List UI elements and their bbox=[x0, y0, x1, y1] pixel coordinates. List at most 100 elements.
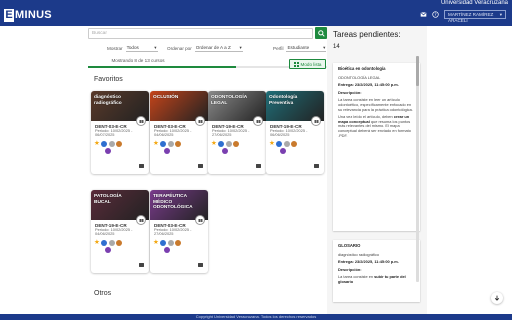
task-desc-label: Descripción: bbox=[338, 266, 362, 272]
course-period: Periodo: 10/02/2025 -27/06/2025 bbox=[212, 128, 250, 138]
course-title: Odontología Preventiva bbox=[269, 95, 298, 106]
course-period: Periodo: 10/02/2025 -27/06/2025 bbox=[154, 227, 192, 237]
badge-icon bbox=[164, 148, 170, 154]
status-dot-icon bbox=[116, 240, 123, 246]
folder-icon[interactable] bbox=[198, 164, 203, 168]
order-select[interactable]: Ordenar de A a Z ▾ bbox=[194, 45, 243, 52]
folder-icon[interactable] bbox=[139, 164, 144, 168]
course-card[interactable]: Odontología Preventiva DENT-19-E-CR Period… bbox=[266, 91, 324, 174]
chevron-down-icon: ▾ bbox=[499, 12, 502, 17]
favorite-star-icon[interactable]: ★ bbox=[94, 140, 100, 147]
course-period: Periodo: 10/02/2025 -06/07/2025 bbox=[95, 128, 133, 138]
status-dot-icon bbox=[160, 240, 167, 246]
badge-icon bbox=[164, 247, 170, 253]
pending-scrollbar[interactable] bbox=[416, 56, 419, 282]
task-desc-label: Descripción: bbox=[338, 89, 362, 95]
status-dot-icon bbox=[225, 141, 232, 147]
status-dot-icon bbox=[116, 141, 123, 147]
course-card[interactable]: OCLUSIÓN DENT-03-E-CR Periodo: 10/02/2025 … bbox=[150, 91, 208, 174]
status-dot-icon bbox=[167, 240, 174, 246]
status-dot-icon bbox=[233, 141, 240, 147]
task-card[interactable]: GLOSARIO diagnóstico radiográfico Entreg… bbox=[333, 240, 420, 302]
course-title: OCLUSIÓN bbox=[153, 95, 179, 100]
course-card[interactable]: diagnóstico radiográfico DENT-03-E-CR Peri… bbox=[91, 91, 149, 174]
course-card[interactable]: ODONTOLOGÍA LEGAL DENT-19-E-CR Periodo: 10… bbox=[208, 91, 266, 174]
order-label: Ordenar por bbox=[167, 46, 192, 51]
badge-icon bbox=[105, 148, 111, 154]
task-desc-2: Una vez leído el artículo, deben crear u… bbox=[338, 114, 411, 138]
status-dot-icon bbox=[175, 240, 182, 246]
favorite-star-icon[interactable]: ★ bbox=[269, 140, 275, 147]
favorite-star-icon[interactable]: ★ bbox=[153, 239, 159, 246]
favorite-star-icon[interactable]: ★ bbox=[153, 140, 159, 147]
app-logo[interactable]: E MINUS bbox=[4, 8, 52, 22]
course-period: Periodo: 10/02/2025 -04/06/2025 bbox=[154, 128, 192, 138]
showing-count: Mostrando 8 de 13 cursos bbox=[111, 58, 165, 63]
filters-bar: Mostrar Todos ▾ Ordenar por Ordenar de A … bbox=[107, 45, 327, 52]
course-title: TERAPÉUTICA MÉDICO ODONTOLÓGICA bbox=[153, 194, 193, 210]
book-icon bbox=[195, 215, 205, 225]
favorite-star-icon[interactable]: ★ bbox=[94, 239, 100, 246]
favorites-heading: Favoritos bbox=[94, 76, 123, 83]
pending-tasks-panel: Tareas pendientes: 14 Bioética en odonto… bbox=[327, 26, 427, 314]
scroll-down-button[interactable] bbox=[491, 292, 503, 304]
course-card[interactable]: PATOLOGÍA BUCAL DENT-19-E-CR Periodo: 10/0… bbox=[91, 190, 149, 273]
folder-icon[interactable] bbox=[198, 263, 203, 267]
search-input[interactable]: Buscar bbox=[88, 28, 313, 39]
pending-count: 14 bbox=[333, 44, 340, 50]
help-icon[interactable]: ? bbox=[432, 11, 439, 18]
course-title: diagnóstico radiográfico bbox=[94, 95, 122, 106]
logo-text: MINUS bbox=[15, 9, 52, 21]
status-dot-icon bbox=[291, 141, 298, 147]
course-period: Periodo: 10/02/2025 -04/06/2025 bbox=[95, 227, 133, 237]
task-card[interactable]: Bioética en odontología ODONTOLOGÍA LEGA… bbox=[333, 63, 420, 231]
task-desc: La tarea consiste en subir tu parte del … bbox=[338, 274, 406, 284]
status-dot-icon bbox=[101, 141, 108, 147]
course-card[interactable]: TERAPÉUTICA MÉDICO ODONTOLÓGICA DENT-03-E… bbox=[150, 190, 208, 273]
search-icon bbox=[317, 29, 325, 37]
grid-icon bbox=[293, 61, 299, 67]
course-period: Periodo: 10/02/2025 -06/06/2025 bbox=[270, 128, 308, 138]
user-menu[interactable]: MARTÍNEZ RAMÍREZ ARACELI ▾ bbox=[444, 10, 506, 23]
favorite-star-icon[interactable]: ★ bbox=[211, 140, 217, 147]
chevron-down-icon: ▾ bbox=[154, 45, 157, 50]
badge-icon bbox=[280, 148, 286, 154]
task-course: diagnóstico radiográfico bbox=[338, 251, 380, 257]
status-dot-icon bbox=[276, 141, 283, 147]
profile-label: Perfil bbox=[273, 46, 284, 51]
list-mode-button[interactable]: Modo lista bbox=[289, 59, 326, 69]
arrow-down-icon bbox=[494, 295, 500, 301]
others-heading: Otros bbox=[94, 290, 112, 297]
task-desc: La tarea consiste en leer un artículo od… bbox=[338, 97, 413, 112]
task-due: Entrega: 23/2/2025, 11:45:00 p.m. bbox=[338, 259, 399, 265]
status-dot-icon bbox=[108, 141, 115, 147]
show-select[interactable]: Todos ▾ bbox=[125, 45, 158, 52]
badge-icon bbox=[105, 247, 111, 253]
svg-text:?: ? bbox=[434, 12, 436, 17]
user-name: MARTÍNEZ RAMÍREZ ARACELI bbox=[448, 12, 494, 23]
course-title: ODONTOLOGÍA LEGAL bbox=[211, 95, 247, 106]
book-icon bbox=[136, 116, 146, 126]
task-due: Entrega: 23/2/2025, 11:45:00 p.m. bbox=[338, 82, 399, 88]
show-label: Mostrar bbox=[107, 46, 123, 51]
search-button[interactable] bbox=[315, 27, 327, 39]
pending-title: Tareas pendientes: bbox=[333, 30, 401, 39]
task-name: GLOSARIO bbox=[338, 243, 361, 248]
chevron-down-icon: ▾ bbox=[323, 45, 326, 50]
folder-icon[interactable] bbox=[256, 164, 261, 168]
folder-icon[interactable] bbox=[314, 164, 319, 168]
top-bar: Universidad Veracruzana E MINUS ? MARTÍN… bbox=[0, 0, 512, 26]
footer: Copyright Universidad Veracruzana. Todos… bbox=[0, 314, 512, 320]
folder-icon[interactable] bbox=[139, 263, 144, 267]
status-dot-icon bbox=[175, 141, 182, 147]
profile-select[interactable]: Estudiante ▾ bbox=[286, 45, 327, 52]
course-title: PATOLOGÍA BUCAL bbox=[94, 194, 122, 205]
mail-icon[interactable] bbox=[420, 11, 427, 18]
book-icon bbox=[195, 116, 205, 126]
status-dot-icon bbox=[108, 240, 115, 246]
logo-initial: E bbox=[4, 8, 14, 22]
status-dot-icon bbox=[160, 141, 167, 147]
status-dot-icon bbox=[167, 141, 174, 147]
book-icon bbox=[311, 116, 321, 126]
chevron-down-icon: ▾ bbox=[239, 45, 242, 50]
